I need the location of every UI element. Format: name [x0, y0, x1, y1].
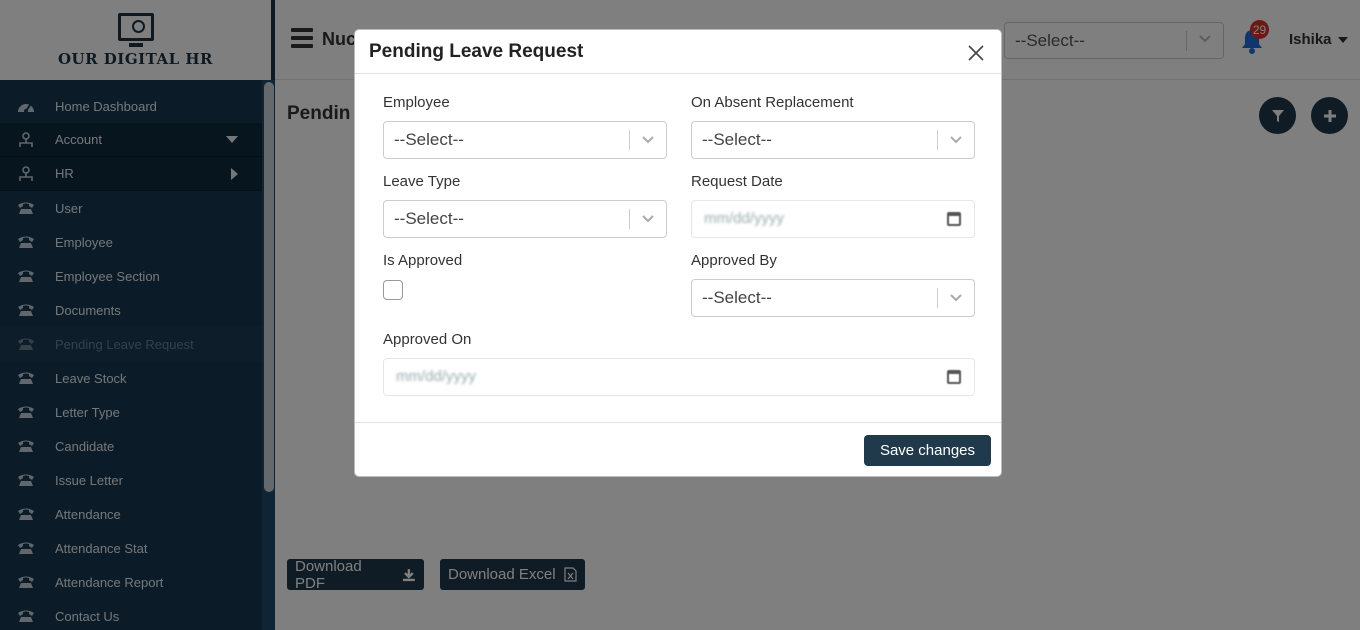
- leave-type-select[interactable]: --Select--: [383, 200, 667, 238]
- request-date-label: Request Date: [691, 173, 783, 190]
- replacement-select-value: --Select--: [702, 130, 772, 149]
- modal-footer: Save changes: [355, 422, 1001, 477]
- leave-type-label: Leave Type: [383, 173, 461, 190]
- replacement-select[interactable]: --Select--: [691, 121, 975, 159]
- approved-by-select[interactable]: --Select--: [691, 279, 975, 317]
- select-separator: [937, 288, 938, 308]
- close-icon[interactable]: [966, 43, 986, 63]
- chevron-down-icon: [642, 136, 654, 144]
- approved-by-select-value: --Select--: [702, 288, 772, 307]
- request-date-input[interactable]: mm/dd/yyyy: [691, 200, 975, 238]
- is-approved-checkbox[interactable]: [383, 280, 403, 300]
- employee-select[interactable]: --Select--: [383, 121, 667, 159]
- select-separator: [629, 209, 630, 229]
- employee-select-value: --Select--: [394, 130, 464, 149]
- calendar-icon[interactable]: [947, 212, 961, 226]
- approved-on-input[interactable]: mm/dd/yyyy: [383, 358, 975, 396]
- approved-on-label: Approved On: [383, 331, 472, 348]
- modal-body: Employee --Select-- On Absent Replacemen…: [355, 74, 1001, 422]
- save-changes-button[interactable]: Save changes: [864, 435, 991, 466]
- is-approved-label: Is Approved: [383, 252, 463, 269]
- request-date-placeholder: mm/dd/yyyy: [704, 210, 785, 227]
- employee-label: Employee: [383, 94, 450, 111]
- pending-leave-request-modal: Pending Leave Request Employee --Select-…: [354, 29, 1002, 477]
- leave-type-select-value: --Select--: [394, 209, 464, 228]
- chevron-down-icon: [642, 215, 654, 223]
- chevron-down-icon: [950, 294, 962, 302]
- approved-by-label: Approved By: [691, 252, 777, 269]
- modal-title: Pending Leave Request: [369, 41, 584, 62]
- replacement-label: On Absent Replacement: [691, 94, 854, 111]
- calendar-icon[interactable]: [947, 370, 961, 384]
- select-separator: [629, 130, 630, 150]
- modal-header: Pending Leave Request: [355, 30, 1001, 74]
- select-separator: [937, 130, 938, 150]
- chevron-down-icon: [950, 136, 962, 144]
- approved-on-placeholder: mm/dd/yyyy: [396, 368, 477, 385]
